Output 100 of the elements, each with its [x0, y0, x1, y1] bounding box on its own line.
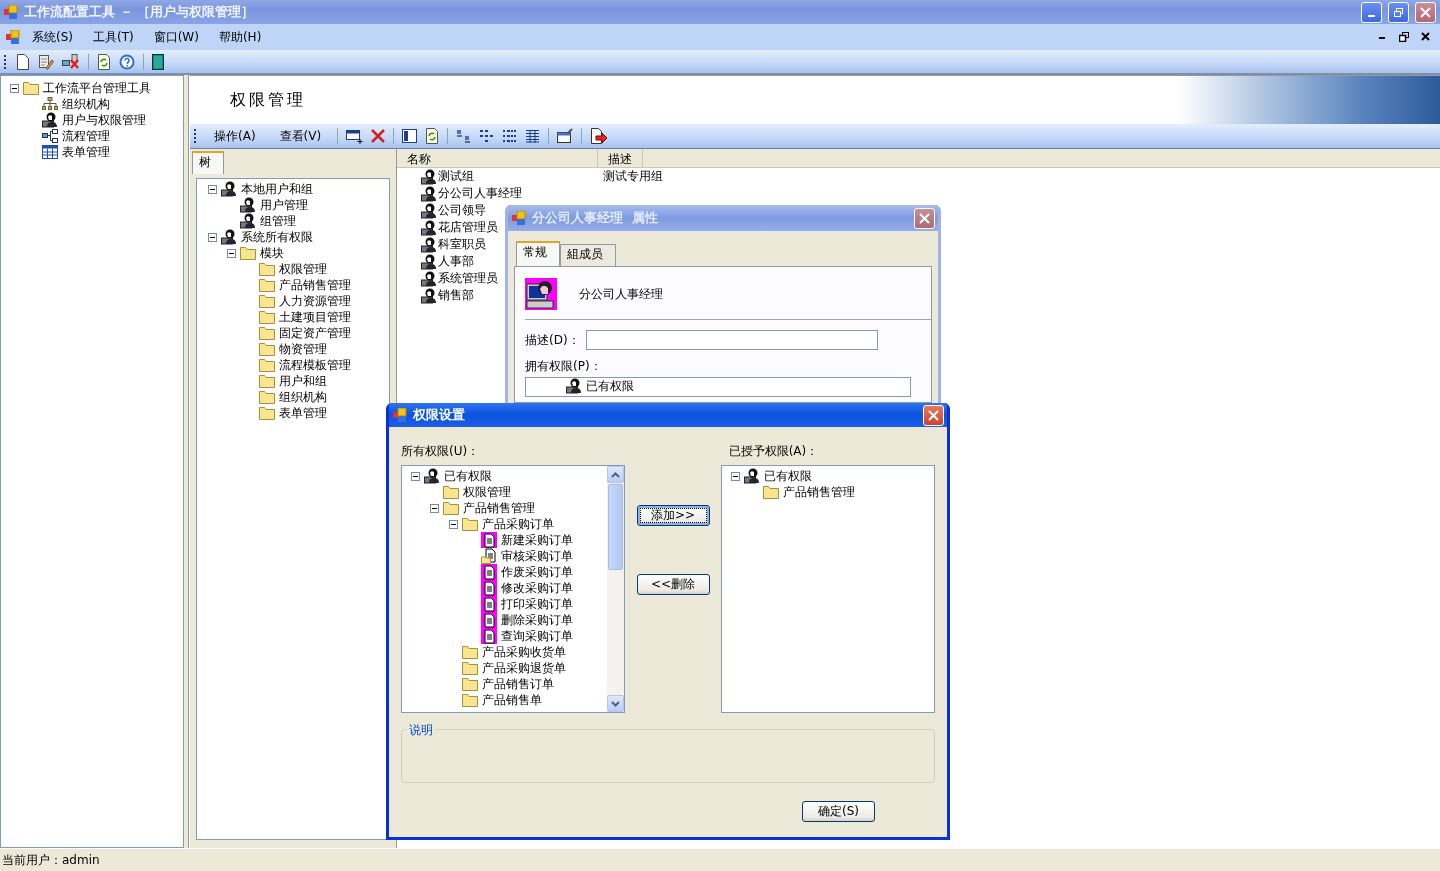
transfer-button[interactable]: 添加>>: [636, 505, 710, 526]
list-item[interactable]: 公司领导: [438, 202, 486, 219]
collapse-icon[interactable]: [411, 471, 420, 481]
collapse-icon[interactable]: [208, 184, 217, 194]
menu-item[interactable]: 帮助(H): [210, 26, 270, 48]
app-icon: [4, 5, 18, 19]
tree-item[interactable]: 产品销售管理: [278, 276, 352, 294]
tree-item[interactable]: 组管理: [259, 212, 297, 230]
tree-item[interactable]: 模块: [259, 244, 285, 262]
tree-item[interactable]: 权限管理: [462, 483, 512, 501]
tab[interactable]: 树: [192, 151, 224, 174]
list-item[interactable]: 销售部: [438, 287, 474, 304]
app-icon: [512, 211, 526, 225]
delete-icon[interactable]: [371, 129, 386, 143]
menu-item[interactable]: 操作(A): [206, 125, 264, 147]
restore-icon[interactable]: [1399, 32, 1409, 42]
collapse-icon[interactable]: [208, 232, 217, 242]
tree-item[interactable]: 用户与权限管理: [61, 111, 147, 129]
scrollbar[interactable]: [607, 466, 624, 712]
collapse-icon[interactable]: [10, 83, 19, 93]
refresh-icon[interactable]: [425, 128, 440, 144]
list-item[interactable]: 测试组: [438, 168, 474, 185]
tree-item[interactable]: 本地用户和组: [240, 180, 314, 198]
tree-item[interactable]: 权限管理: [278, 260, 328, 278]
list-item[interactable]: 科室职员: [438, 236, 486, 253]
restore-button[interactable]: [1388, 1, 1409, 23]
transfer-button[interactable]: <<删除: [636, 574, 710, 595]
list-view-icon[interactable]: [502, 129, 518, 143]
close-icon[interactable]: [1421, 32, 1430, 41]
exit-door-icon[interactable]: [152, 53, 164, 70]
tree-item[interactable]: 删除采购订单: [500, 611, 574, 629]
list-item[interactable]: 分公司人事经理: [438, 185, 522, 202]
tree-item[interactable]: 打印采购订单: [500, 595, 574, 613]
collapse-icon[interactable]: [731, 471, 740, 481]
list-item[interactable]: 系统管理员: [438, 270, 498, 287]
help-icon[interactable]: [119, 53, 135, 70]
input-field[interactable]: [585, 330, 878, 350]
folder-icon: [259, 278, 275, 292]
close-button[interactable]: [923, 404, 944, 426]
ok-button[interactable]: 确定(S): [802, 801, 875, 822]
scrollbar-thumb[interactable]: [608, 484, 623, 570]
tree-item[interactable]: 组织机构: [61, 95, 111, 113]
tree-item[interactable]: 审核采购订单: [500, 547, 574, 565]
properties-icon[interactable]: [557, 128, 574, 144]
disconnect-icon[interactable]: [62, 53, 80, 70]
tree-item[interactable]: 产品采购收货单: [481, 643, 567, 661]
tree-item[interactable]: 已有权限: [443, 467, 493, 485]
menu-item[interactable]: 查看(V): [271, 125, 330, 147]
tree-item[interactable]: 固定资产管理: [278, 324, 352, 342]
small-icons-icon[interactable]: [479, 129, 495, 143]
close-button[interactable]: [1415, 1, 1436, 23]
minimize-icon: [1368, 15, 1375, 17]
scroll-up-button[interactable]: [607, 466, 624, 483]
new-document-icon[interactable]: [16, 53, 30, 70]
tree-item[interactable]: 人力资源管理: [278, 292, 352, 310]
tree-item[interactable]: 修改采购订单: [500, 579, 574, 597]
tree-item[interactable]: 表单管理: [278, 404, 328, 422]
add-row-icon[interactable]: [346, 128, 364, 144]
column-header[interactable]: 名称: [397, 149, 598, 167]
column-header[interactable]: 描述: [598, 149, 643, 167]
tree-item[interactable]: 流程模板管理: [278, 356, 352, 374]
tree-item[interactable]: 用户和组: [278, 372, 328, 390]
panel-icon[interactable]: [402, 129, 418, 143]
tree-item[interactable]: 已有权限: [585, 377, 635, 395]
details-view-icon[interactable]: [525, 129, 541, 143]
refresh-icon[interactable]: [97, 53, 111, 70]
minimize-button[interactable]: [1361, 1, 1382, 23]
tree-item[interactable]: 产品采购订单: [481, 515, 555, 533]
tree-item[interactable]: 产品销售单: [481, 691, 543, 709]
menu-item[interactable]: 工具(T): [85, 26, 142, 48]
tree-item[interactable]: 用户管理: [259, 196, 309, 214]
menu-item[interactable]: 系统(S): [24, 26, 81, 48]
export-icon[interactable]: [590, 128, 608, 144]
tree-item[interactable]: 土建项目管理: [278, 308, 352, 326]
collapse-icon[interactable]: [227, 248, 236, 258]
menu-item[interactable]: 窗口(W): [145, 26, 207, 48]
field-label: 所有权限(U)：: [401, 443, 481, 460]
large-icons-icon[interactable]: [456, 129, 472, 143]
collapse-icon[interactable]: [430, 503, 439, 513]
tree-item[interactable]: 查询采购订单: [500, 627, 574, 645]
tree-item[interactable]: 产品销售管理: [462, 499, 536, 517]
tree-item[interactable]: 作废采购订单: [500, 563, 574, 581]
list-item[interactable]: 人事部: [438, 253, 474, 270]
edit-document-icon[interactable]: [38, 53, 54, 70]
scroll-down-button[interactable]: [607, 695, 624, 712]
tree-item[interactable]: 产品销售管理: [782, 483, 856, 501]
tree-item[interactable]: 新建采购订单: [500, 531, 574, 549]
tree-item[interactable]: 表单管理: [61, 143, 111, 161]
tree-item[interactable]: 流程管理: [61, 127, 111, 145]
tab[interactable]: 組成员: [560, 244, 616, 266]
tree-item[interactable]: 组织机构: [278, 388, 328, 406]
tree-item[interactable]: 产品采购退货单: [481, 659, 567, 677]
tree-item[interactable]: 工作流平台管理工具: [42, 79, 152, 97]
collapse-icon[interactable]: [449, 519, 458, 529]
list-item[interactable]: 花店管理员: [438, 219, 498, 236]
tab[interactable]: 常规: [516, 241, 560, 266]
tree-item[interactable]: 物资管理: [278, 340, 328, 358]
tree-item[interactable]: 产品销售订单: [481, 675, 555, 693]
tree-item[interactable]: 已有权限: [763, 467, 813, 485]
tree-item[interactable]: 系统所有权限: [240, 228, 314, 246]
